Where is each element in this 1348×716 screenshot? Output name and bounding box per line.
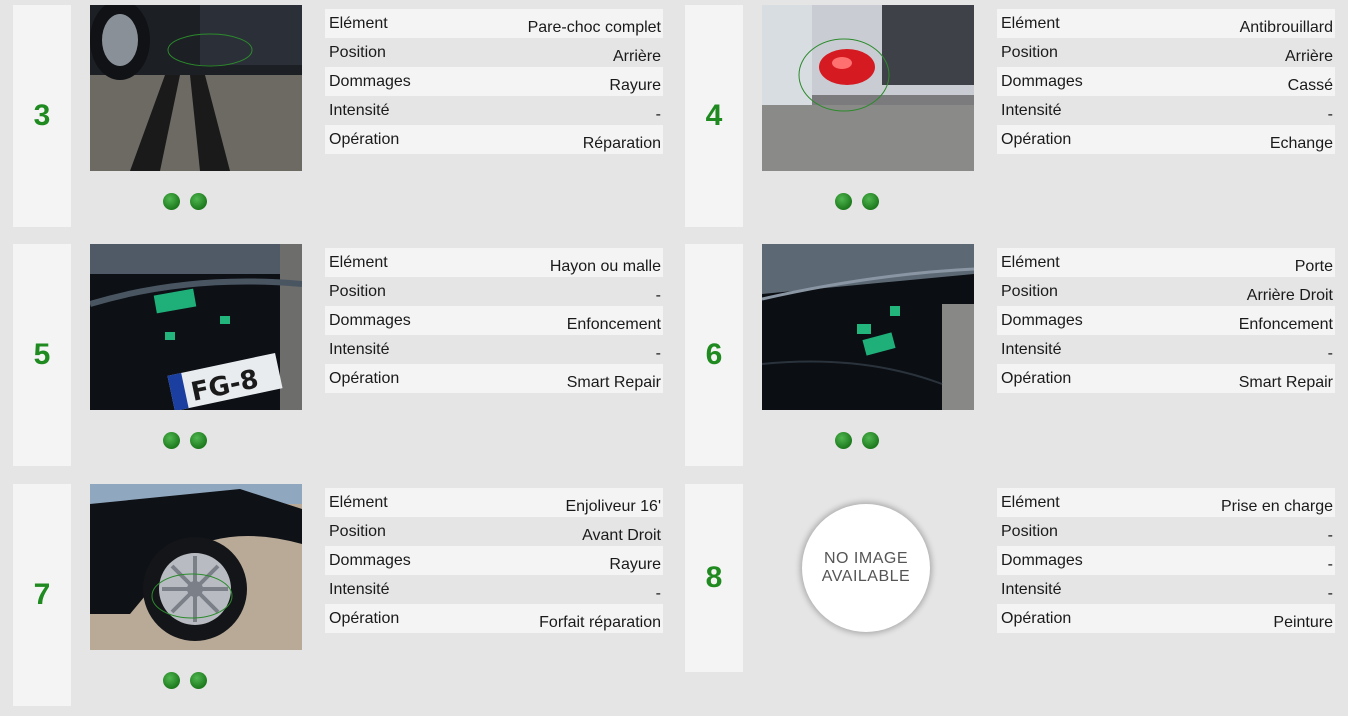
photo-dot-2[interactable] bbox=[190, 432, 207, 449]
row-element: Elément Hayon ou malle bbox=[325, 248, 663, 277]
no-image-badge: NO IMAGE AVAILABLE bbox=[802, 504, 930, 632]
damage-details-table: Elément Hayon ou malle Position - Dommages… bbox=[325, 248, 663, 393]
no-image-placeholder: NO IMAGE AVAILABLE bbox=[785, 487, 947, 649]
photo-dot-1[interactable] bbox=[163, 432, 180, 449]
damage-card-6: 6 Elément Porte Position Arrière Droit Dom… bbox=[685, 244, 1347, 466]
photo-pagination bbox=[163, 672, 207, 690]
row-element: Elément Porte bbox=[997, 248, 1335, 277]
row-dommages: Dommages Enfoncement bbox=[997, 306, 1335, 335]
photo-dot-1[interactable] bbox=[163, 193, 180, 210]
damage-card-3: 3 Elément Pare-choc complet Position Arriè… bbox=[13, 5, 675, 227]
damage-photo[interactable] bbox=[90, 5, 302, 171]
row-intensite: Intensité - bbox=[325, 575, 663, 604]
photo-pagination bbox=[163, 432, 207, 450]
row-element: Elément Pare-choc complet bbox=[325, 9, 663, 38]
wheel-cover-photo-icon bbox=[90, 484, 302, 650]
photo-dot-1[interactable] bbox=[835, 432, 852, 449]
damage-photo[interactable] bbox=[762, 5, 974, 171]
row-operation: Opération Smart Repair bbox=[997, 364, 1335, 393]
rear-bumper-photo-icon bbox=[90, 5, 302, 171]
row-dommages: Dommages Enfoncement bbox=[325, 306, 663, 335]
damage-photo[interactable] bbox=[90, 484, 302, 650]
damage-details-table: Elément Prise en charge Position - Dommage… bbox=[997, 488, 1335, 633]
row-intensite: Intensité - bbox=[997, 575, 1335, 604]
photo-pagination bbox=[163, 193, 207, 211]
photo-pagination bbox=[835, 193, 879, 211]
photo-dot-1[interactable] bbox=[163, 672, 180, 689]
damage-details-table: Elément Pare-choc complet Position Arrière… bbox=[325, 9, 663, 154]
row-operation: Opération Forfait réparation bbox=[325, 604, 663, 633]
row-position: Position Arrière bbox=[325, 38, 663, 67]
door-photo-icon bbox=[762, 244, 974, 410]
fog-light-photo-icon bbox=[762, 5, 974, 171]
row-dommages: Dommages Cassé bbox=[997, 67, 1335, 96]
row-operation: Opération Echange bbox=[997, 125, 1335, 154]
no-image-line-1: NO IMAGE bbox=[823, 550, 908, 567]
photo-dot-2[interactable] bbox=[862, 193, 879, 210]
row-operation: Opération Smart Repair bbox=[325, 364, 663, 393]
damage-number: 7 bbox=[13, 484, 71, 706]
row-element: Elément Prise en charge bbox=[997, 488, 1335, 517]
damage-number: 4 bbox=[685, 5, 743, 227]
row-dommages: Dommages Rayure bbox=[325, 546, 663, 575]
row-operation: Opération Peinture bbox=[997, 604, 1335, 633]
damage-card-5: 5 FG-8 Elément Hayon ou malle Position - D… bbox=[13, 244, 675, 466]
damage-number: 8 bbox=[685, 484, 743, 672]
row-element: Elément Enjoliveur 16' bbox=[325, 488, 663, 517]
photo-pagination bbox=[835, 432, 879, 450]
photo-dot-2[interactable] bbox=[862, 432, 879, 449]
row-operation: Opération Réparation bbox=[325, 125, 663, 154]
damage-details-table: Elément Porte Position Arrière Droit Domma… bbox=[997, 248, 1335, 393]
damage-details-table: Elément Antibrouillard Position Arrière Do… bbox=[997, 9, 1335, 154]
row-intensite: Intensité - bbox=[997, 96, 1335, 125]
row-dommages: Dommages Rayure bbox=[325, 67, 663, 96]
row-intensite: Intensité - bbox=[325, 335, 663, 364]
row-position: Position - bbox=[325, 277, 663, 306]
damage-photo[interactable]: FG-8 bbox=[90, 244, 302, 410]
row-dommages: Dommages - bbox=[997, 546, 1335, 575]
row-position: Position - bbox=[997, 517, 1335, 546]
photo-dot-2[interactable] bbox=[190, 672, 207, 689]
row-intensite: Intensité - bbox=[325, 96, 663, 125]
damage-number: 6 bbox=[685, 244, 743, 466]
photo-dot-2[interactable] bbox=[190, 193, 207, 210]
row-position: Position Arrière Droit bbox=[997, 277, 1335, 306]
row-element: Elément Antibrouillard bbox=[997, 9, 1335, 38]
row-position: Position Avant Droit bbox=[325, 517, 663, 546]
damage-number: 3 bbox=[13, 5, 71, 227]
damage-photo[interactable] bbox=[762, 244, 974, 410]
photo-dot-1[interactable] bbox=[835, 193, 852, 210]
row-position: Position Arrière bbox=[997, 38, 1335, 67]
damage-details-table: Elément Enjoliveur 16' Position Avant Droi… bbox=[325, 488, 663, 633]
damage-card-4: 4 Elément Antibrouillard Position Arrière … bbox=[685, 5, 1347, 227]
row-intensite: Intensité - bbox=[997, 335, 1335, 364]
damage-number: 5 bbox=[13, 244, 71, 466]
no-image-line-2: AVAILABLE bbox=[821, 568, 911, 585]
damage-card-8: 8 NO IMAGE AVAILABLE Elément Prise en cha… bbox=[685, 484, 1347, 672]
damage-card-7: 7 Elément Enjoliveur 16' Position Avant Dr… bbox=[13, 484, 675, 706]
tailgate-photo-icon: FG-8 bbox=[90, 244, 302, 410]
